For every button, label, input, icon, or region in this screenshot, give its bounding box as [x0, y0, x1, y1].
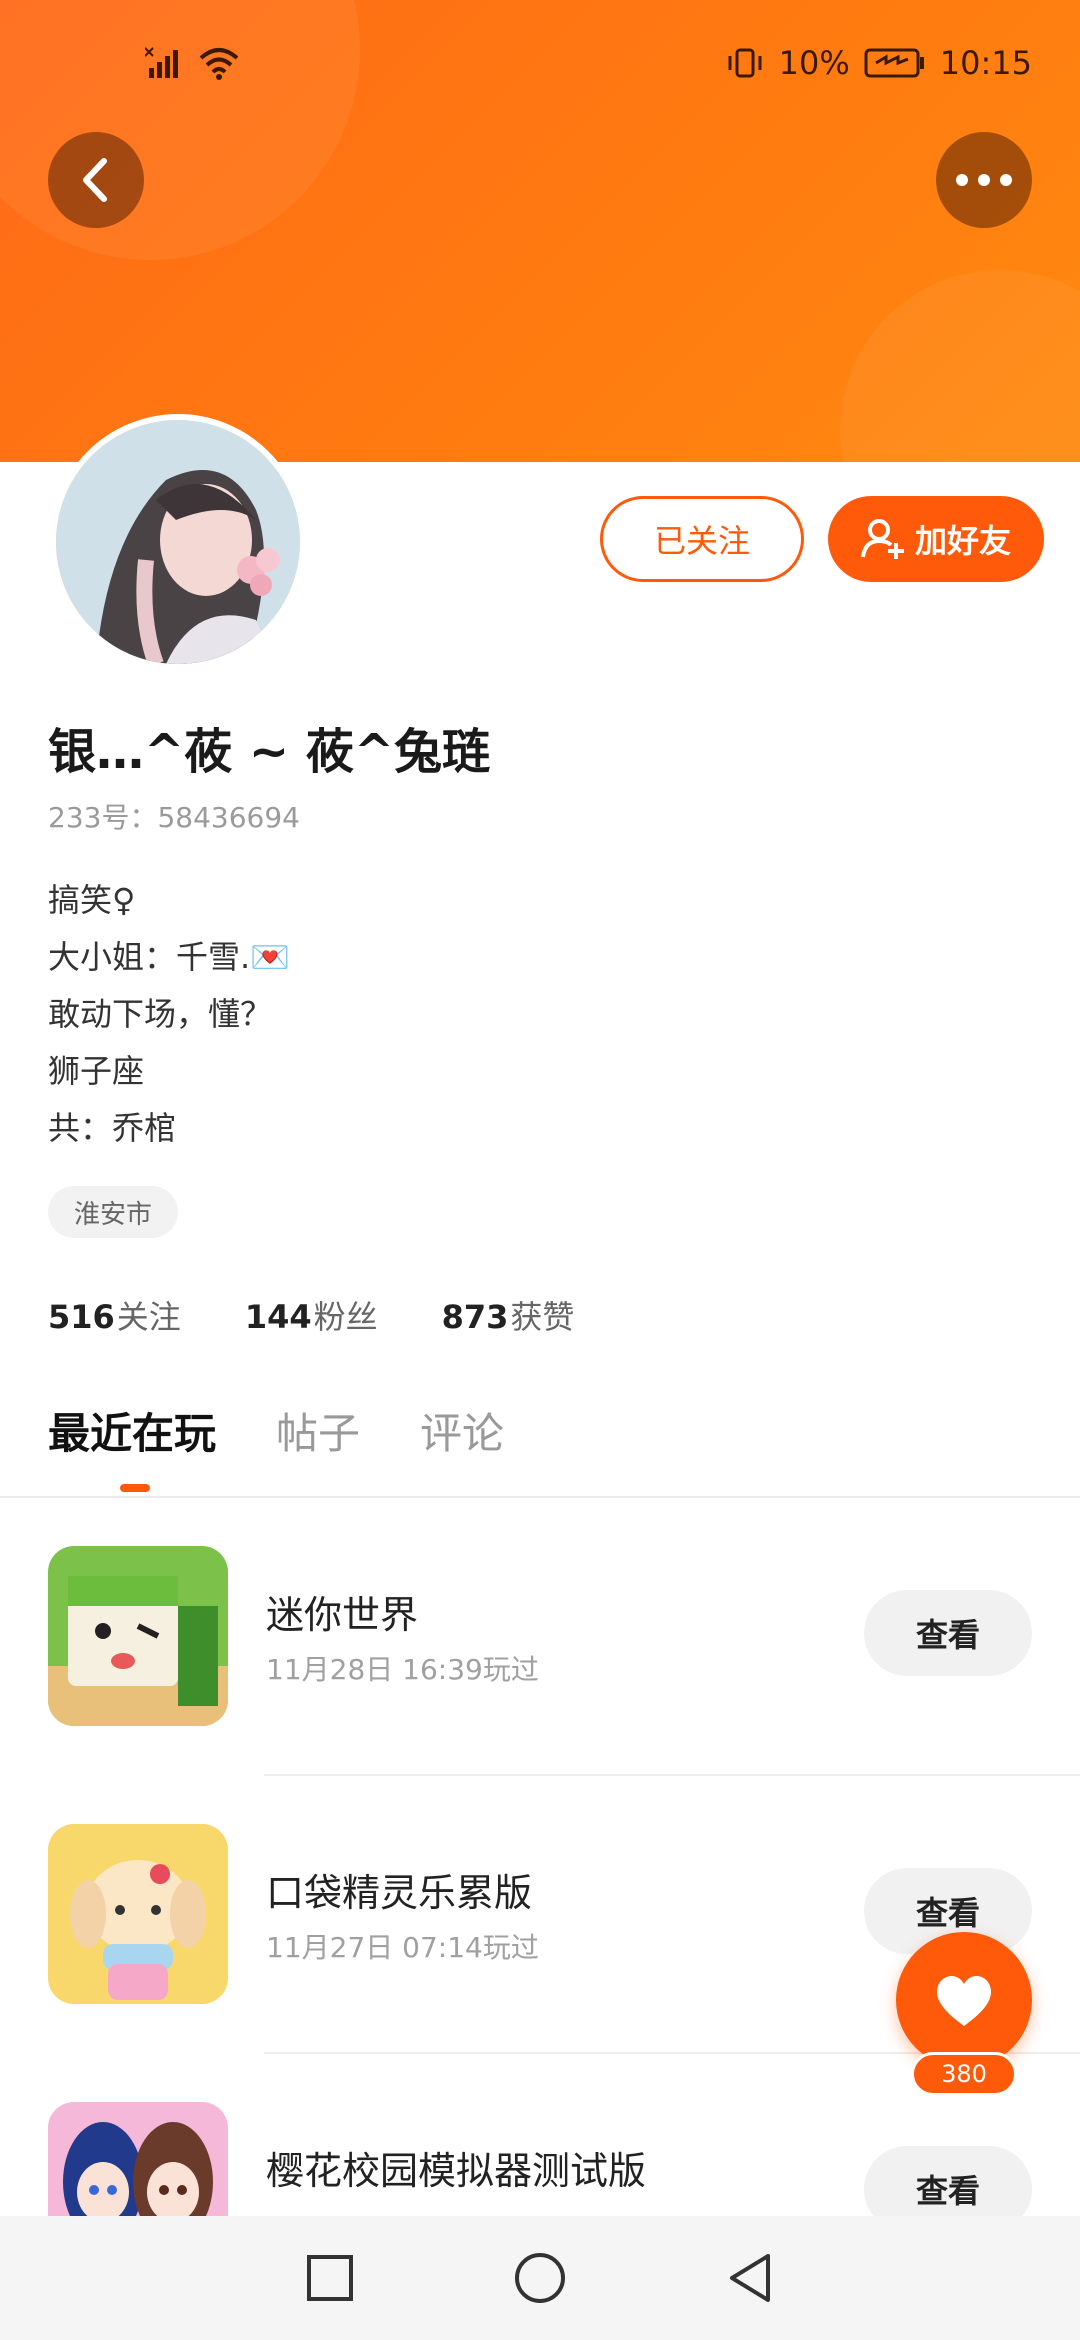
battery-percent: 10% — [778, 44, 850, 82]
chevron-left-icon — [83, 158, 107, 202]
avatar-image — [56, 420, 300, 664]
stat-number: 516 — [48, 1298, 115, 1336]
user-id: 233号：58436694 — [48, 801, 300, 834]
more-options-button[interactable] — [936, 132, 1032, 228]
stat-followers[interactable]: 144粉丝 — [245, 1292, 378, 1338]
vibrate-icon — [728, 48, 762, 78]
like-fab-button[interactable] — [896, 1932, 1032, 2068]
status-bar: 10% 10:15 — [0, 40, 1080, 90]
view-button[interactable]: 查看 — [864, 1590, 1032, 1676]
view-label: 查看 — [915, 2172, 980, 2210]
view-label: 查看 — [915, 1894, 980, 1932]
game-played-time: 11月27日 07:14玩过 — [266, 1931, 539, 1964]
more-horizontal-icon — [956, 174, 1012, 186]
view-label: 查看 — [915, 1616, 980, 1654]
stat-label: 关注 — [116, 1298, 181, 1336]
stat-label: 获赞 — [510, 1298, 575, 1336]
add-user-icon — [860, 519, 904, 559]
list-item[interactable]: 迷你世界 11月28日 16:39玩过 查看 — [0, 1498, 1080, 1776]
battery-charging-icon — [864, 48, 924, 78]
wifi-icon — [199, 48, 239, 80]
stat-number: 873 — [441, 1298, 509, 1336]
stat-number: 144 — [244, 1298, 312, 1336]
game-icon-pocket-elf — [48, 1824, 228, 2004]
stat-following[interactable]: 516关注 — [48, 1292, 181, 1338]
bio-line: 大小姐：千雪.💌 — [48, 938, 291, 976]
like-count-badge: 380 — [911, 2052, 1017, 2096]
profile-header-banner: 10% 10:15 — [0, 0, 1080, 462]
recent-apps-icon[interactable] — [306, 2254, 354, 2302]
bio-line: 搞笑♀ — [48, 881, 136, 919]
tab-recently-played[interactable]: 最近在玩 — [48, 1400, 216, 1461]
location-label: 淮安市 — [74, 1199, 153, 1230]
like-count: 380 — [941, 2060, 987, 2088]
tab-comments[interactable]: 评论 — [420, 1400, 504, 1461]
avatar[interactable] — [50, 414, 306, 670]
add-friend-label: 加好友 — [914, 522, 1011, 560]
bio-line: 敢动下场，懂？ — [48, 995, 273, 1033]
game-icon-mini-world — [48, 1546, 228, 1726]
decorative-blob — [840, 270, 1080, 462]
game-title: 迷你世界 — [266, 1593, 419, 1637]
profile-stats: 516关注 144粉丝 873获赞 — [48, 1292, 574, 1338]
cellular-signal-icon — [145, 47, 178, 78]
bio-line: 狮子座 — [48, 1052, 145, 1090]
stat-likes: 873获赞 — [442, 1292, 575, 1338]
back-button[interactable] — [48, 132, 144, 228]
bio-line: 共：乔棺 — [48, 1109, 177, 1147]
followed-label: 已关注 — [653, 522, 750, 560]
home-icon[interactable] — [514, 2252, 566, 2304]
stat-label: 粉丝 — [313, 1298, 378, 1336]
active-tab-indicator — [120, 1484, 150, 1492]
followed-button[interactable]: 已关注 — [600, 496, 804, 582]
back-nav-icon[interactable] — [726, 2252, 774, 2304]
location-tag: 淮安市 — [48, 1186, 179, 1238]
clock: 10:15 — [939, 44, 1032, 82]
tab-posts[interactable]: 帖子 — [276, 1400, 360, 1461]
add-friend-button[interactable]: 加好友 — [828, 496, 1044, 582]
status-right: 10% 10:15 — [725, 44, 1032, 82]
heart-icon — [937, 1975, 991, 2026]
bio: 搞笑♀ 大小姐：千雪.💌 敢动下场，懂？ 狮子座 共：乔棺 — [48, 872, 290, 1157]
profile-tabs: 最近在玩 帖子 评论 — [48, 1400, 504, 1461]
game-played-time: 11月28日 16:39玩过 — [266, 1653, 539, 1686]
system-navigation-bar — [0, 2216, 1080, 2340]
username: 银…^莜 ~ 莜^兔琏 — [48, 724, 491, 780]
game-title: 樱花校园模拟器测试版 — [266, 2149, 647, 2193]
status-left — [145, 46, 241, 80]
decorative-blob — [0, 0, 360, 260]
game-title: 口袋精灵乐累版 — [266, 1871, 533, 1915]
